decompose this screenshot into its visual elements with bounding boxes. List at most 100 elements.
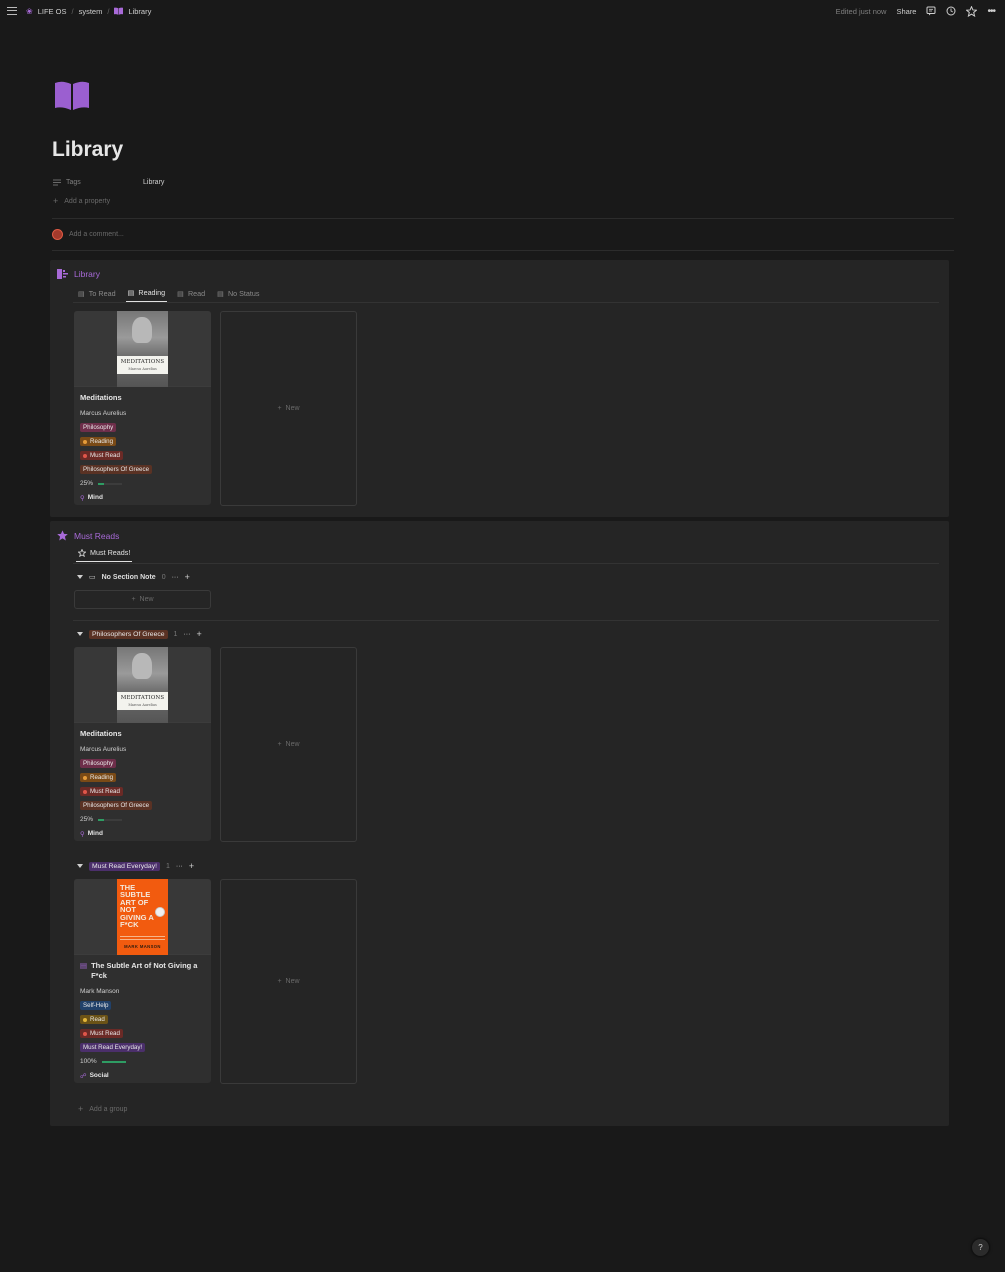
book-icon: ▤ [217,288,224,298]
add-group-label: Add a group [89,1105,128,1113]
tab-label: Read [187,288,206,298]
breadcrumb-separator: / [71,6,74,16]
more-icon[interactable]: ··· [183,631,190,638]
book-title: Meditations [80,393,122,402]
tab-no-status[interactable]: ▤ No Status [215,288,261,302]
cover-title: MEDITATIONS [120,359,165,365]
tab-label: No Status [227,288,260,298]
group-count: 0 [161,573,166,581]
database-icon [57,269,68,279]
area: ⚲ Mind [80,830,103,838]
people-icon: ☍ [80,1072,87,1080]
book-title: ▤ The Subtle Art of Not Giving a F*ck [80,961,198,980]
divider [52,250,954,251]
tab-read[interactable]: ▤ Read [175,288,207,302]
help-button[interactable]: ? [972,1239,989,1256]
tab-must-reads[interactable]: Must Reads! [76,548,133,562]
genre-tag: Philosophy [80,423,117,432]
database-title-text: Library [74,269,100,279]
mind-icon: ⚲ [80,494,85,502]
book-title: Meditations [80,729,122,738]
status-tag: Reading [80,437,117,446]
library-tabs: ▤ To Read ▤ Reading ▤ Read ▤ No Status [76,288,262,302]
new-card-button[interactable]: + New [220,311,357,506]
breadcrumb: ❀ LIFE OS / system / Library [26,0,151,22]
collapse-icon[interactable] [77,864,83,868]
book-icon[interactable] [54,80,90,110]
group-name: No Section Note [101,573,156,581]
book-author: Mark Manson [80,988,120,995]
add-group-button[interactable]: + Add a group [78,1104,127,1114]
plus-icon[interactable]: + [189,861,194,871]
book-card[interactable]: MEDITATIONS Marcus Aurelius Meditations M… [74,647,211,841]
new-card-button[interactable]: + New [74,590,211,609]
list-icon [53,179,61,185]
comment-placeholder: Add a comment... [69,231,124,238]
book-icon: ▤ [177,288,184,298]
priority-tag: Must Read [80,451,123,460]
star-icon [57,530,68,541]
share-button[interactable]: Share [896,7,916,16]
priority-tag: Must Read [80,1029,123,1038]
new-card-button[interactable]: + New [220,879,357,1084]
subtle-art-cover-image: THE SUBTLE ART OF NOT GIVING A F*CK MARK… [117,879,168,955]
more-icon[interactable]: ••• [987,6,995,17]
breadcrumb-item[interactable]: Library [128,7,151,16]
book-cover: MEDITATIONS Marcus Aurelius [74,311,211,387]
plus-icon: + [131,596,136,603]
plus-icon: + [277,405,282,412]
group-header[interactable]: Must Read Everyday! 1 ··· + [77,861,194,871]
library-database-title[interactable]: Library [57,269,100,279]
tab-label: Must Reads! [90,548,131,557]
book-card[interactable]: THE SUBTLE ART OF NOT GIVING A F*CK MARK… [74,879,211,1083]
divider [73,563,939,564]
cover-author: Marcus Aurelius [128,703,157,707]
cover-title: MEDITATIONS [120,695,165,701]
book-card[interactable]: MEDITATIONS Marcus Aurelius Meditations M… [74,311,211,505]
must-reads-database-title[interactable]: Must Reads [57,530,119,541]
collapse-icon[interactable] [77,575,83,579]
book-author: Marcus Aurelius [80,746,127,753]
breadcrumb-item[interactable]: system [79,7,103,16]
more-icon[interactable]: ··· [176,863,183,870]
new-card-button[interactable]: + New [220,647,357,842]
divider [73,302,939,303]
divider [52,218,954,219]
book-author: Marcus Aurelius [80,410,127,417]
menu-icon[interactable] [7,7,17,15]
progress-bar [98,482,123,485]
edited-status: Edited just now [835,6,887,16]
collection-tag: Must Read Everyday! [80,1043,146,1052]
comment-icon[interactable] [926,6,936,16]
progress: 25% [80,815,205,824]
book-cover: MEDITATIONS Marcus Aurelius [74,647,211,723]
progress-bar [101,1060,126,1063]
tab-label: Reading [138,288,166,297]
plus-icon[interactable]: + [185,572,190,582]
property-tags[interactable]: Tags Library [53,177,353,187]
life-os-icon: ❀ [26,6,33,16]
area: ⚲ Mind [80,494,103,502]
status-tag: Read [80,1015,108,1024]
top-bar: ❀ LIFE OS / system / Library Edited just… [0,0,1005,22]
tags-value[interactable]: Library [143,179,164,186]
collapse-icon[interactable] [77,632,83,636]
add-property-button[interactable]: + Add a property [53,196,110,206]
property-label: Tags [53,179,143,186]
tab-to-read[interactable]: ▤ To Read [76,288,118,302]
inbox-icon: ▭ [89,574,96,581]
plus-icon[interactable]: + [196,629,201,639]
more-icon[interactable]: ··· [172,574,179,581]
star-icon[interactable] [966,5,978,17]
plus-icon: + [78,1104,84,1114]
tags-label: Tags [66,178,81,186]
tab-reading[interactable]: ▤ Reading [125,288,168,302]
clock-icon[interactable] [946,6,956,16]
breadcrumb-item[interactable]: LIFE OS [38,7,67,16]
group-count: 1 [173,630,178,638]
comment-input[interactable]: Add a comment... [52,229,124,240]
page-title[interactable]: Library [52,138,123,162]
group-header[interactable]: ▭ No Section Note 0 ··· + [77,572,190,582]
group-header[interactable]: Philosophers Of Greece 1 ··· + [77,629,202,639]
cover-author: Marcus Aurelius [128,367,157,371]
